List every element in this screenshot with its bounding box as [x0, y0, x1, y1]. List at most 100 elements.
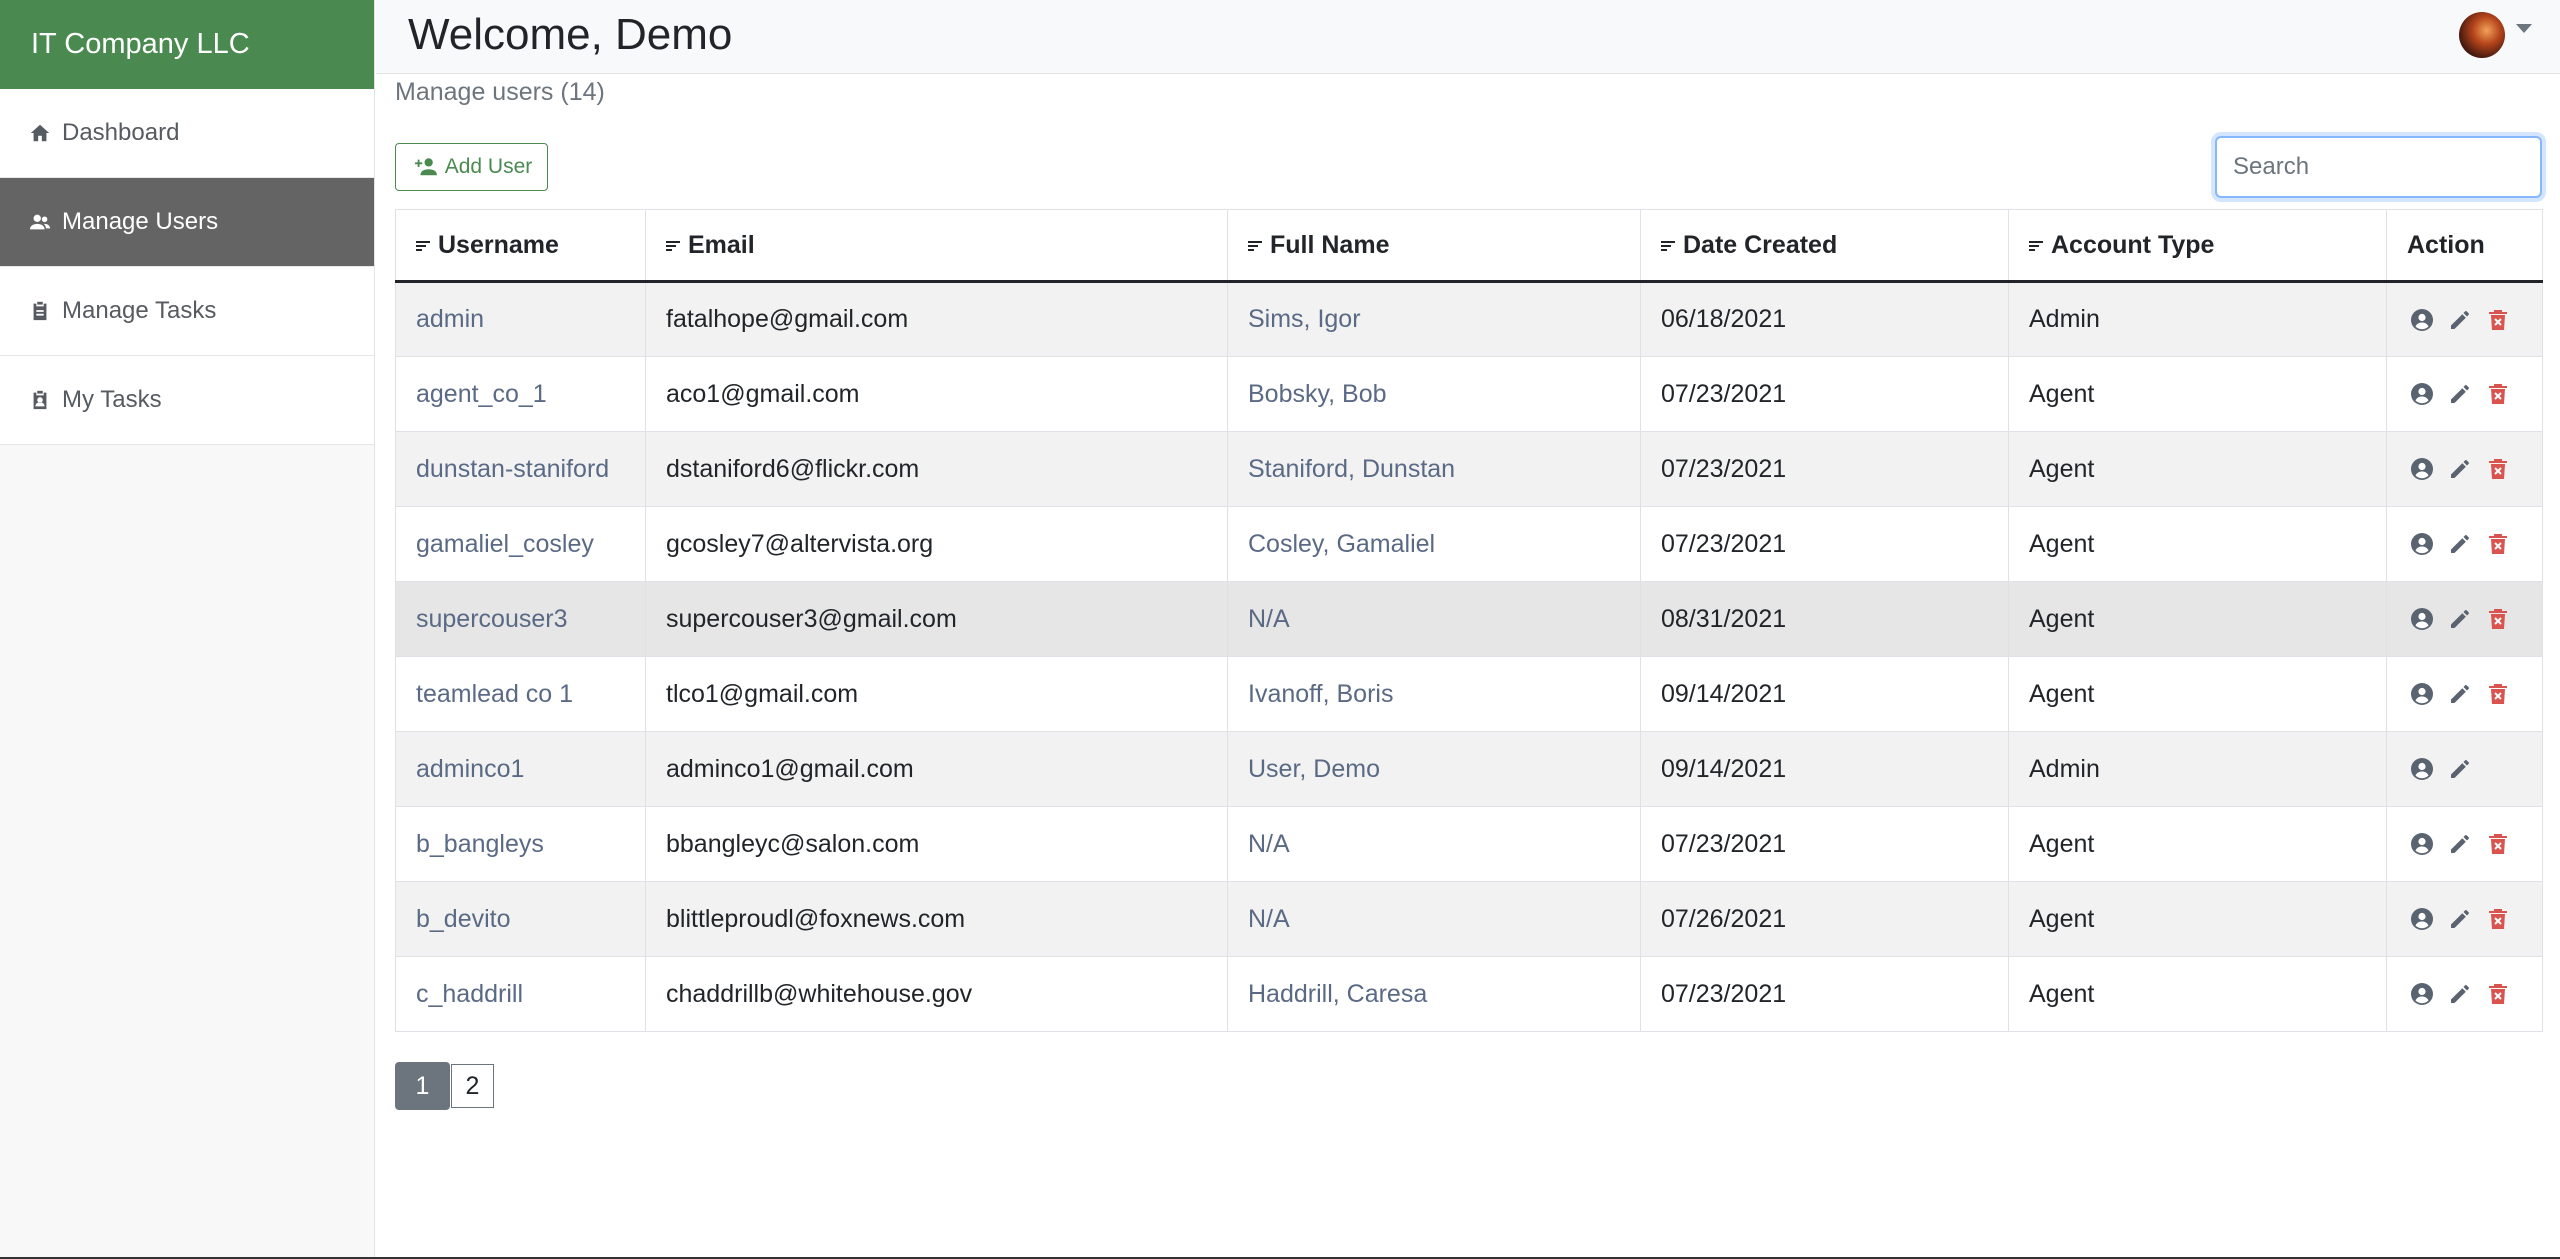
sidebar-item-manage-tasks[interactable]: Manage Tasks — [0, 267, 374, 356]
account-type-cell: Agent — [2008, 431, 2387, 507]
username-link[interactable]: gamaliel_cosley — [416, 530, 594, 558]
table-row[interactable]: agent_co_1 aco1@gmail.com Bobsky, Bob 07/23… — [395, 356, 2543, 432]
view-user-icon[interactable] — [2407, 380, 2437, 408]
edit-icon[interactable] — [2445, 455, 2475, 483]
view-user-icon[interactable] — [2407, 530, 2437, 558]
column-label: Action — [2407, 230, 2485, 259]
view-user-icon[interactable] — [2407, 605, 2437, 633]
add-user-button[interactable]: Add User — [395, 143, 548, 191]
username-link[interactable]: admin — [416, 305, 484, 333]
row-actions — [2407, 830, 2522, 858]
table-row[interactable]: dunstan-staniford dstaniford6@flickr.com S… — [395, 431, 2543, 507]
table-row[interactable]: gamaliel_cosley gcosley7@altervista.org Co… — [395, 506, 2543, 582]
email-cell: fatalhope@gmail.com — [645, 281, 1228, 357]
search-input[interactable] — [2215, 136, 2542, 198]
table-row[interactable]: adminco1 adminco1@gmail.com User, Demo 09/1… — [395, 731, 2543, 807]
username-link[interactable]: agent_co_1 — [416, 380, 547, 408]
table-header-row: Username Email Full Name Date Created Ac… — [395, 209, 2543, 283]
edit-icon[interactable] — [2445, 755, 2475, 783]
avatar[interactable] — [2459, 12, 2505, 58]
column-header-email[interactable]: Email — [645, 209, 1228, 283]
table-row[interactable]: c_haddrill chaddrillb@whitehouse.gov Haddr… — [395, 956, 2543, 1032]
edit-icon[interactable] — [2445, 680, 2475, 708]
page-button-1[interactable]: 1 — [395, 1062, 450, 1110]
table-row[interactable]: b_devito blittleproudl@foxnews.com N/A 07/2… — [395, 881, 2543, 957]
edit-icon[interactable] — [2445, 905, 2475, 933]
edit-icon[interactable] — [2445, 605, 2475, 633]
view-user-icon[interactable] — [2407, 755, 2437, 783]
view-user-icon[interactable] — [2407, 830, 2437, 858]
clipboard-user-icon — [28, 388, 52, 412]
email-cell: aco1@gmail.com — [666, 379, 860, 408]
username-cell: b_devito — [395, 881, 646, 957]
email-cell: aco1@gmail.com — [645, 356, 1228, 432]
delete-icon[interactable] — [2483, 380, 2513, 408]
full-name-link[interactable]: Sims, Igor — [1248, 305, 1361, 333]
delete-icon[interactable] — [2483, 530, 2513, 558]
full-name-link[interactable]: Cosley, Gamaliel — [1248, 530, 1435, 558]
delete-icon[interactable] — [2483, 680, 2513, 708]
delete-icon[interactable] — [2483, 980, 2513, 1008]
full-name-link[interactable]: N/A — [1248, 905, 1290, 933]
date-created-cell: 07/23/2021 — [1640, 506, 2009, 582]
edit-icon[interactable] — [2445, 380, 2475, 408]
full-name-link[interactable]: N/A — [1248, 605, 1290, 633]
column-header-account-type[interactable]: Account Type — [2008, 209, 2387, 283]
username-link[interactable]: b_bangleys — [416, 830, 544, 858]
page-title: Welcome, Demo — [408, 10, 733, 59]
full-name-link[interactable]: Bobsky, Bob — [1248, 380, 1387, 408]
table-row[interactable]: supercouser3 supercouser3@gmail.com N/A 08/… — [395, 581, 2543, 657]
page-button-2[interactable]: 2 — [451, 1064, 494, 1108]
delete-icon[interactable] — [2483, 830, 2513, 858]
full-name-link[interactable]: Haddrill, Caresa — [1248, 980, 1427, 1008]
view-user-icon[interactable] — [2407, 455, 2437, 483]
sidebar-item-dashboard[interactable]: Dashboard — [0, 89, 374, 178]
username-link[interactable]: adminco1 — [416, 755, 524, 783]
date-created-cell: 06/18/2021 — [1661, 305, 1787, 333]
chevron-down-icon[interactable] — [2516, 24, 2532, 33]
edit-icon[interactable] — [2445, 530, 2475, 558]
full-name-link[interactable]: Staniford, Dunstan — [1248, 455, 1455, 483]
delete-icon[interactable] — [2483, 306, 2513, 334]
column-header-username[interactable]: Username — [395, 209, 646, 283]
action-cell — [2386, 431, 2543, 507]
row-actions — [2407, 306, 2522, 334]
column-header-full-name[interactable]: Full Name — [1227, 209, 1641, 283]
username-link[interactable]: c_haddrill — [416, 980, 523, 1008]
table-body: admin fatalhope@gmail.com Sims, Igor 06/18/… — [395, 281, 2543, 1032]
table-row[interactable]: b_bangleys bbangleyc@salon.com N/A 07/23/20… — [395, 806, 2543, 882]
column-header-date-created[interactable]: Date Created — [1640, 209, 2009, 283]
date-created-cell: 08/31/2021 — [1640, 581, 2009, 657]
edit-icon[interactable] — [2445, 830, 2475, 858]
view-user-icon[interactable] — [2407, 680, 2437, 708]
row-actions — [2407, 455, 2522, 483]
view-user-icon[interactable] — [2407, 905, 2437, 933]
delete-icon[interactable] — [2483, 605, 2513, 633]
full-name-cell: Sims, Igor — [1227, 281, 1641, 357]
email-cell: gcosley7@altervista.org — [666, 529, 934, 558]
action-cell — [2386, 581, 2543, 657]
edit-icon[interactable] — [2445, 980, 2475, 1008]
delete-icon[interactable] — [2483, 455, 2513, 483]
username-link[interactable]: teamlead co 1 — [416, 680, 573, 708]
delete-icon[interactable] — [2483, 905, 2513, 933]
full-name-link[interactable]: User, Demo — [1248, 755, 1380, 783]
full-name-cell: Bobsky, Bob — [1227, 356, 1641, 432]
view-user-icon[interactable] — [2407, 980, 2437, 1008]
full-name-link[interactable]: Ivanoff, Boris — [1248, 680, 1393, 708]
sidebar-item-manage-users[interactable]: Manage Users — [0, 178, 374, 267]
view-user-icon[interactable] — [2407, 306, 2437, 334]
brand-logo[interactable]: IT Company LLC — [0, 0, 374, 89]
username-link[interactable]: supercouser3 — [416, 605, 567, 633]
username-link[interactable]: b_devito — [416, 905, 511, 933]
column-label: Username — [438, 230, 559, 259]
full-name-link[interactable]: N/A — [1248, 830, 1290, 858]
table-row[interactable]: admin fatalhope@gmail.com Sims, Igor 06/18/… — [395, 281, 2543, 357]
date-created-cell: 07/23/2021 — [1640, 431, 2009, 507]
table-row[interactable]: teamlead co 1 tlco1@gmail.com Ivanoff, Bor… — [395, 656, 2543, 732]
date-created-cell: 07/23/2021 — [1661, 379, 1787, 408]
account-type-cell: Agent — [2008, 356, 2387, 432]
edit-icon[interactable] — [2445, 306, 2475, 334]
username-link[interactable]: dunstan-staniford — [416, 455, 609, 483]
sidebar-item-my-tasks[interactable]: My Tasks — [0, 356, 374, 445]
